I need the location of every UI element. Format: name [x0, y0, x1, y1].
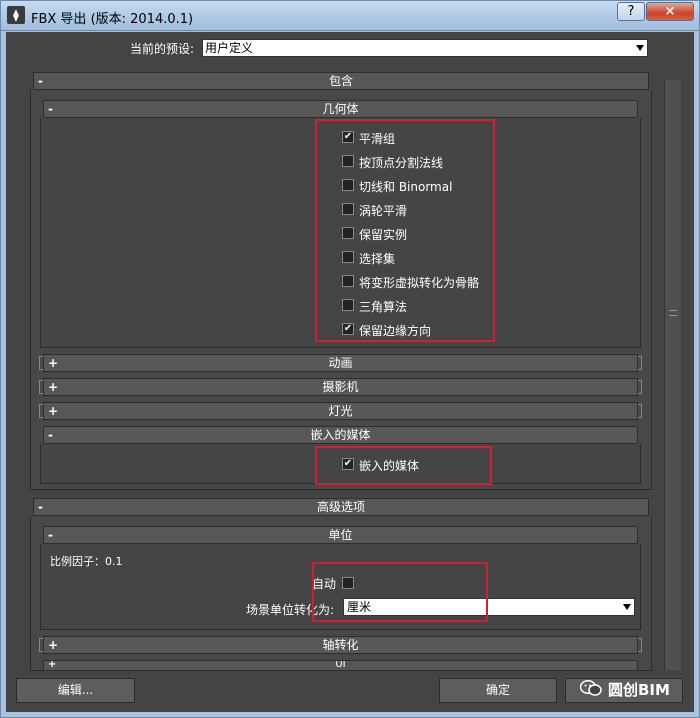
bracket-left [39, 638, 43, 652]
preset-dropdown[interactable]: 用户定义 [202, 39, 648, 57]
collapse-sign: - [48, 102, 53, 116]
group-title-embed-media: 嵌入的媒体 [310, 428, 371, 442]
chevron-down-icon [623, 604, 631, 610]
watermark-text: 圆创BIM [608, 681, 670, 699]
edit-button[interactable]: 编辑... [16, 678, 135, 703]
bracket-left [39, 404, 43, 418]
expand-sign: + [48, 404, 59, 418]
highlight-box-geometry [315, 119, 495, 342]
bracket-right [638, 380, 642, 394]
vertical-scrollbar[interactable] [664, 80, 681, 670]
group-title-camera: 摄影机 [322, 380, 359, 394]
group-header-axis-conversion[interactable]: + 轴转化 [43, 636, 638, 654]
group-title-geometry: 几何体 [322, 102, 359, 116]
group-header-ui[interactable]: + UI [43, 660, 638, 671]
expand-sign: + [48, 356, 59, 370]
highlight-box-units [312, 562, 488, 622]
group-title-light: 灯光 [328, 404, 353, 418]
group-header-units[interactable]: - 单位 [43, 526, 638, 544]
group-title-advanced: 高级选项 [316, 500, 365, 514]
group-header-geometry[interactable]: - 几何体 [43, 100, 638, 118]
bracket-left [39, 380, 43, 394]
group-header-animation[interactable]: + 动画 [43, 354, 638, 372]
group-title-animation: 动画 [328, 356, 353, 370]
close-button[interactable]: × [646, 2, 694, 21]
preset-row: 当前的预设: 用户定义 [30, 37, 650, 59]
watermark: 圆创BIM [574, 675, 684, 703]
collapse-sign: - [48, 428, 53, 442]
group-header-camera[interactable]: + 摄影机 [43, 378, 638, 396]
collapse-sign: - [38, 500, 43, 514]
expand-sign: + [48, 638, 59, 652]
expand-sign: + [48, 660, 57, 670]
group-title-ui: UI [335, 660, 346, 670]
bracket-right [638, 404, 642, 418]
group-header-light[interactable]: + 灯光 [43, 402, 638, 420]
bracket-right [638, 356, 642, 370]
group-header-embed-media[interactable]: - 嵌入的媒体 [43, 426, 638, 444]
preset-label: 当前的预设: [130, 42, 195, 56]
chevron-down-icon [636, 45, 644, 51]
ok-button[interactable]: 确定 [439, 678, 557, 703]
title-bar: ⧫ FBX 导出 (版本: 2014.0.1) ? × [0, 0, 700, 30]
expand-sign: + [48, 380, 59, 394]
help-button[interactable]: ? [617, 2, 645, 21]
group-title-axis-conversion: 轴转化 [322, 638, 359, 652]
bracket-left [39, 356, 43, 370]
3dsmax-app-icon: ⧫ [7, 6, 25, 24]
group-title-units: 单位 [328, 528, 353, 542]
group-title-include: 包含 [328, 74, 353, 88]
bracket-right [638, 638, 642, 652]
scrollbar-grip[interactable] [669, 310, 677, 316]
highlight-box-embed-media [315, 446, 492, 485]
group-header-include[interactable]: - 包含 [33, 72, 649, 90]
collapse-sign: - [38, 74, 43, 88]
preset-value: 用户定义 [205, 41, 254, 55]
group-header-advanced[interactable]: - 高级选项 [33, 498, 649, 516]
collapse-sign: - [48, 528, 53, 542]
scale-factor-label: 比例因子：0.1 [50, 555, 123, 568]
wechat-icon [580, 680, 602, 696]
window-title: FBX 导出 (版本: 2014.0.1) [31, 12, 194, 27]
